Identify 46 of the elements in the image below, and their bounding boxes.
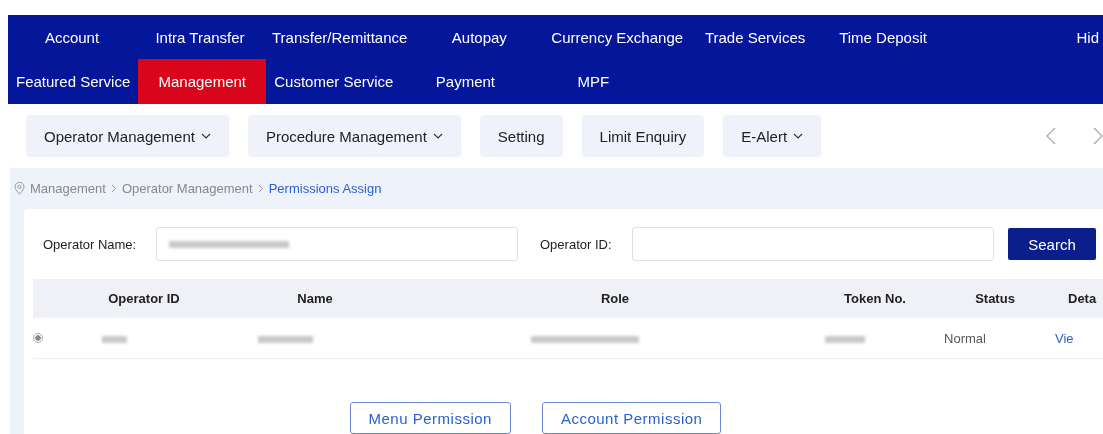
nav-tab[interactable]: Currency Exchange: [543, 15, 692, 59]
nav-tab[interactable]: Intra Transfer: [136, 15, 264, 59]
submenu-button[interactable]: Operator Management: [26, 115, 229, 157]
search-button[interactable]: Search: [1008, 228, 1096, 260]
submenu-button[interactable]: Limit Enquiry: [581, 115, 705, 157]
nav-tab[interactable]: Featured Service: [8, 59, 139, 104]
table-cell: Normal: [944, 330, 986, 346]
nav-tab[interactable]: Management: [138, 59, 267, 104]
column-header: Status: [974, 291, 1016, 306]
column-header: Name: [296, 291, 334, 306]
submenu-button[interactable]: Setting: [479, 115, 563, 157]
chevron-left-icon[interactable]: [1046, 127, 1056, 145]
breadcrumb-separator-icon: [110, 184, 117, 193]
radio-button[interactable]: [33, 333, 43, 343]
nav-tab[interactable]: Time Deposit: [819, 15, 948, 59]
chevron-down-icon: [432, 133, 443, 139]
field-label: Operator Name:: [43, 236, 138, 252]
permission-button[interactable]: Account Permission: [541, 402, 722, 434]
view-link[interactable]: Vie: [1055, 330, 1074, 346]
permission-button[interactable]: Menu Permission: [349, 402, 511, 434]
submenu-button[interactable]: E-Alert: [723, 115, 822, 157]
submenu-button[interactable]: Procedure Management: [247, 115, 461, 157]
nav-tab[interactable]: Payment: [401, 59, 530, 104]
nav-tab[interactable]: MPF: [529, 59, 658, 104]
column-header: Operator ID: [107, 291, 181, 306]
input-field[interactable]: [632, 227, 994, 261]
chevron-down-icon: [200, 133, 211, 139]
blurred-text: [101, 335, 127, 343]
nav-tab[interactable]: Account: [8, 15, 136, 59]
column-header: Deta: [1067, 291, 1098, 306]
blurred-text: [825, 335, 865, 343]
hide-link[interactable]: Hid: [1076, 28, 1103, 46]
location-pin-icon: [14, 182, 25, 195]
column-header: Role: [599, 291, 631, 306]
breadcrumb-link[interactable]: Permissions Assign: [268, 181, 382, 196]
chevron-down-icon: [793, 133, 804, 139]
chevron-right-icon[interactable]: [1093, 127, 1103, 145]
column-header: Token No.: [843, 291, 907, 306]
blurred-text: [257, 335, 313, 343]
nav-tab[interactable]: Autopay: [415, 15, 544, 59]
breadcrumb-separator-icon: [257, 184, 264, 193]
field-label: Operator ID:: [540, 236, 613, 252]
nav-tab[interactable]: Trade Services: [691, 15, 820, 59]
nav-tab[interactable]: Customer Service: [266, 59, 402, 104]
input-field[interactable]: [156, 227, 518, 261]
nav-tab[interactable]: Transfer/Remittance: [264, 15, 416, 59]
